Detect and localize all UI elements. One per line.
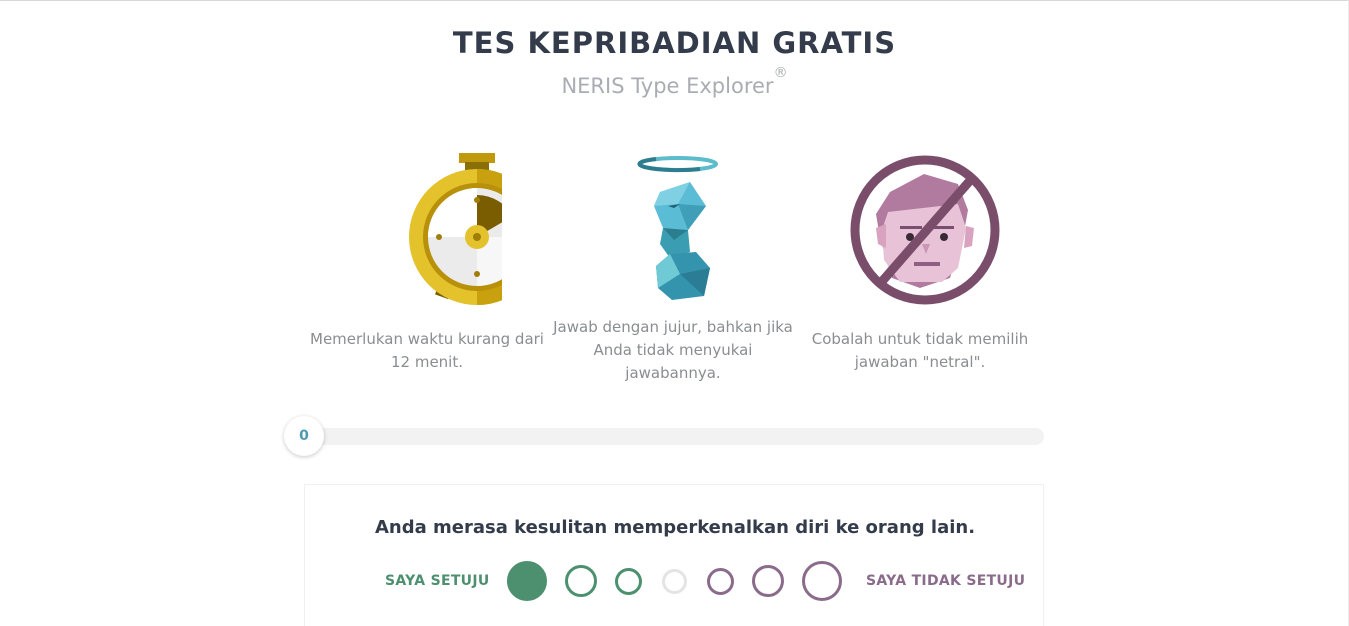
progress-bar bbox=[302, 428, 1044, 445]
feature-no-neutral-text: Cobalah untuk tidak memilih jawaban "net… bbox=[811, 330, 1029, 371]
answer-option-disagree-slight[interactable] bbox=[707, 568, 734, 595]
answer-option-neutral[interactable] bbox=[662, 569, 687, 594]
feature-honesty-text: Jawab dengan jujur, bahkan jika Anda tid… bbox=[553, 318, 793, 382]
agree-label: SAYA SETUJU bbox=[385, 573, 490, 589]
subtitle-text: NERIS Type Explorer bbox=[561, 74, 774, 98]
no-neutral-face-icon bbox=[795, 148, 1045, 308]
registered-mark: ® bbox=[773, 65, 788, 81]
answer-option-disagree-strong[interactable] bbox=[802, 561, 842, 601]
question-text: Anda merasa kesulitan memperkenalkan dir… bbox=[374, 517, 976, 538]
progress-indicator: 0 bbox=[284, 416, 324, 456]
stopwatch-icon bbox=[302, 148, 552, 308]
disagree-label: SAYA TIDAK SETUJU bbox=[866, 573, 1026, 589]
page-subtitle: NERIS Type Explorer® bbox=[0, 65, 1349, 98]
feature-time: Memerlukan waktu kurang dari 12 menit. bbox=[302, 148, 552, 374]
answer-scale: SAYA SETUJU SAYA TIDAK SETUJU bbox=[305, 557, 1045, 607]
feature-time-text: Memerlukan waktu kurang dari 12 menit. bbox=[310, 330, 544, 371]
page-title: TES KEPRIBADIAN GRATIS bbox=[452, 26, 897, 60]
answer-option-agree-strong[interactable] bbox=[507, 561, 547, 601]
answer-option-agree-slight[interactable] bbox=[615, 568, 642, 595]
top-divider bbox=[0, 0, 1349, 1]
feature-no-neutral: Cobalah untuk tidak memilih jawaban "net… bbox=[795, 148, 1045, 374]
angel-figure-icon bbox=[548, 148, 798, 308]
answer-option-disagree[interactable] bbox=[752, 565, 784, 597]
question-card: Anda merasa kesulitan memperkenalkan dir… bbox=[304, 484, 1044, 626]
feature-honesty: Jawab dengan jujur, bahkan jika Anda tid… bbox=[548, 148, 798, 385]
answer-option-agree[interactable] bbox=[565, 565, 597, 597]
